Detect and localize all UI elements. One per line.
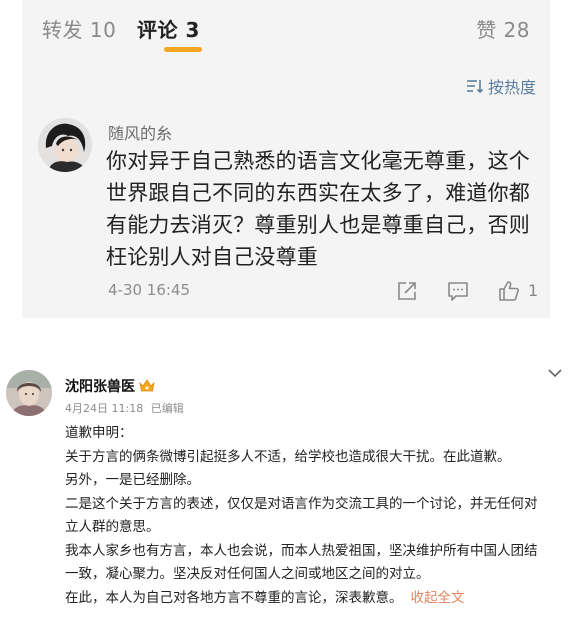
- avatar-image: [6, 370, 52, 416]
- post-line: 立人群的意思。: [65, 519, 160, 535]
- post-line-last: 在此，本人为自己对各地方言不尊重的言论，深表歉意。 收起全文: [65, 587, 565, 611]
- like-count: 1: [528, 281, 539, 300]
- comment-text: 你对异于自己熟悉的语言文化毫无尊重，这个 世界跟自己不同的东西实在太多了，难道你…: [106, 145, 536, 273]
- comment-line: 你对异于自己熟悉的语言文化毫无尊重，这个: [106, 149, 530, 173]
- comment-line: 枉论别人对自己没尊重: [106, 245, 318, 269]
- vip-badge-icon: [139, 379, 155, 392]
- post-date: 4月24日 11:18: [65, 402, 144, 415]
- comment-line: 有能力去消灭？尊重别人也是尊重自己，否则: [106, 213, 530, 237]
- post-line: 一致，凝心聚力。坚决反对任何国人之间或地区之间的对立。: [65, 566, 430, 582]
- post-line: 关于方言的俩条微博引起挺多人不适，给学校也造成很大干扰。在此道歉。: [65, 448, 511, 465]
- tab-bar: 转发 10 评论 3 赞 28: [22, 0, 550, 56]
- tab-like[interactable]: 赞 28: [476, 14, 530, 43]
- sort-icon: [466, 80, 484, 94]
- tab-repost[interactable]: 转发 10: [42, 14, 116, 43]
- share-icon[interactable]: [396, 280, 418, 302]
- chevron-down-icon[interactable]: [547, 367, 563, 379]
- post-avatar[interactable]: [6, 370, 52, 416]
- post-line: 我本人家乡也有方言，本人也会说，而本人热爱祖国，坚决维护所有中国人团结: [65, 542, 538, 559]
- edited-label: 已编辑: [150, 402, 184, 415]
- comment-card: 转发 10 评论 3 赞 28 按热度 随风的糸 你对异于自己熟悉的语言文化毫无…: [22, 0, 550, 318]
- comment-line: 世界跟自己不同的东西实在太多了，难道你都: [106, 181, 530, 205]
- post-username-text: 沈阳张兽医: [65, 379, 135, 395]
- comment-username[interactable]: 随风的糸: [108, 120, 172, 144]
- like-icon[interactable]: [498, 280, 520, 302]
- post-line: 二是这个关于方言的表述，仅仅是对语言作为交流工具的一个讨论，并无任何对: [65, 495, 538, 512]
- avatar[interactable]: [38, 118, 92, 172]
- post-body: 道歉申明： 关于方言的俩条微博引起挺多人不适，给学校也造成很大干扰。在此道歉。 …: [65, 422, 565, 610]
- post-line: 道歉申明：: [65, 425, 133, 441]
- active-tab-indicator: [164, 47, 202, 52]
- tab-comment[interactable]: 评论 3: [137, 14, 200, 43]
- sort-label: 按热度: [487, 78, 536, 97]
- post-username[interactable]: 沈阳张兽医: [65, 376, 155, 396]
- sort-by-hot-button[interactable]: 按热度: [466, 74, 536, 98]
- comment-icon[interactable]: [447, 280, 469, 302]
- post-line-text: 在此，本人为自己对各地方言不尊重的言论，深表歉意。: [65, 589, 403, 606]
- avatar-image: [38, 118, 92, 172]
- post-line: 另外，一是已经删除。: [65, 472, 200, 488]
- screenshot-page: 转发 10 评论 3 赞 28 按热度 随风的糸 你对异于自己熟悉的语言文化毫无…: [0, 0, 572, 624]
- collapse-full-text-link[interactable]: 收起全文: [411, 590, 465, 606]
- post-meta: 4月24日 11:18 已编辑: [65, 400, 184, 416]
- comment-timestamp: 4-30 16:45: [108, 281, 191, 299]
